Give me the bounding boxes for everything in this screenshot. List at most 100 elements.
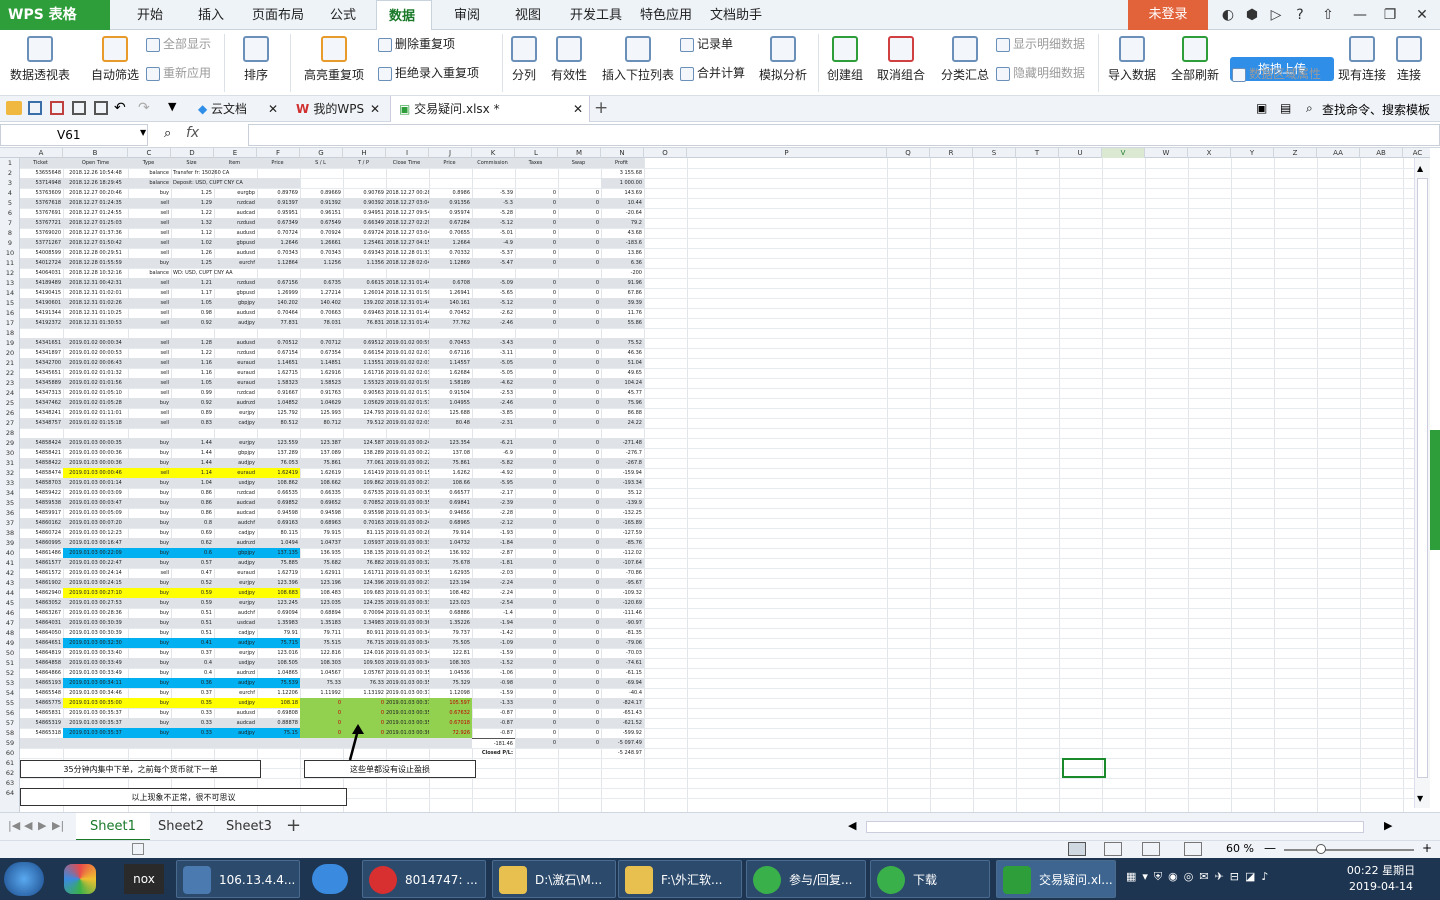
cell[interactable]: 49.65 xyxy=(601,368,644,378)
cell[interactable]: 0.70332 xyxy=(429,248,472,258)
cell[interactable]: gbpusd xyxy=(214,288,257,298)
column-header-r[interactable]: R xyxy=(930,148,973,158)
cell[interactable]: 0 xyxy=(558,508,601,518)
cell[interactable]: sell xyxy=(128,308,171,318)
cell[interactable]: -5.09 xyxy=(472,278,515,288)
row-header[interactable]: 34 xyxy=(0,488,20,498)
cell[interactable]: audchf xyxy=(214,518,257,528)
cell[interactable]: -2.31 xyxy=(472,418,515,428)
cell[interactable]: euraud xyxy=(214,568,257,578)
cell[interactable]: 0 xyxy=(558,698,601,708)
cell[interactable]: sell xyxy=(128,358,171,368)
cell[interactable]: 54342700 xyxy=(20,358,63,368)
cell[interactable]: 1.62935 xyxy=(429,568,472,578)
cell[interactable]: -5.47 xyxy=(472,258,515,268)
cell[interactable]: 0.69841 xyxy=(429,498,472,508)
cell[interactable]: audcad xyxy=(214,718,257,728)
fx-button[interactable]: fx xyxy=(186,125,199,141)
cell[interactable]: 2019.01.03 00:03:09 xyxy=(63,488,128,498)
cell[interactable]: 0 xyxy=(558,498,601,508)
cell[interactable]: 0 xyxy=(515,378,558,388)
cell[interactable]: cadjpy xyxy=(214,528,257,538)
cell[interactable]: -5.82 xyxy=(472,458,515,468)
cell[interactable]: 138.135 xyxy=(343,548,386,558)
cell[interactable]: gbpjpy xyxy=(214,548,257,558)
cell[interactable]: 80.712 xyxy=(300,418,343,428)
cell[interactable]: 1.05937 xyxy=(343,538,386,548)
cell[interactable]: 0.69852 xyxy=(257,498,300,508)
cell[interactable]: 1.35226 xyxy=(429,618,472,628)
cell[interactable]: 0 xyxy=(558,678,601,688)
sheet-tab-3[interactable]: Sheet3 xyxy=(212,813,286,841)
cell[interactable]: 2018.12.31 01:44:46 xyxy=(386,318,429,328)
cell[interactable]: 1.04629 xyxy=(300,398,343,408)
cell[interactable]: 2018.12.31 01:44:50 xyxy=(386,298,429,308)
cell[interactable]: -3.85 xyxy=(472,408,515,418)
cell[interactable]: 24.22 xyxy=(601,418,644,428)
cell[interactable]: 0.70452 xyxy=(429,308,472,318)
cell[interactable]: 2018.12.27 09:54:44 xyxy=(386,208,429,218)
cell[interactable]: -5.39 xyxy=(472,188,515,198)
cell[interactable]: 0 xyxy=(558,538,601,548)
cell[interactable] xyxy=(386,748,429,758)
cell[interactable]: 0.70453 xyxy=(429,338,472,348)
row-header[interactable]: 23 xyxy=(0,378,20,388)
cell[interactable]: 2019.01.03 00:35:26 xyxy=(386,608,429,618)
cell[interactable]: 0 xyxy=(515,388,558,398)
cell[interactable]: 2019.01.03 00:33:53 xyxy=(386,538,429,548)
cell[interactable]: -5.65 xyxy=(472,288,515,298)
cell[interactable]: sell xyxy=(128,418,171,428)
cell[interactable]: 54347462 xyxy=(20,398,63,408)
row-header[interactable]: 46 xyxy=(0,608,20,618)
row-header[interactable]: 10 xyxy=(0,248,20,258)
save-icon[interactable] xyxy=(28,101,42,115)
cell[interactable]: 2019.01.03 00:24:14 xyxy=(63,568,128,578)
row-header[interactable]: 30 xyxy=(0,448,20,458)
cell[interactable]: Closed P/L: xyxy=(472,748,515,758)
cell[interactable]: 125.688 xyxy=(429,408,472,418)
row-header[interactable]: 1 xyxy=(0,158,20,168)
row-header[interactable]: 41 xyxy=(0,558,20,568)
cell[interactable]: audnzd xyxy=(214,538,257,548)
cell[interactable]: 0 xyxy=(558,288,601,298)
cell[interactable]: 2019.01.03 00:35:37 xyxy=(386,708,429,718)
minimize-icon[interactable]: — xyxy=(1344,0,1376,30)
cell[interactable]: 1.16 xyxy=(171,358,214,368)
cell[interactable]: 53767721 xyxy=(20,218,63,228)
cell[interactable]: sell xyxy=(128,468,171,478)
column-header-ac[interactable]: AC xyxy=(1403,148,1430,158)
open-folder-icon[interactable] xyxy=(6,101,22,115)
cell[interactable]: 2019.01.03 00:35:38 xyxy=(386,718,429,728)
cell[interactable] xyxy=(515,748,558,758)
cell[interactable]: 143.69 xyxy=(601,188,644,198)
chevron-down-icon[interactable]: ▼ xyxy=(168,100,176,113)
menu-tab-start[interactable]: 开始 xyxy=(125,0,175,30)
cell[interactable]: 2019.01.03 00:35:10 xyxy=(386,678,429,688)
cell[interactable]: 2019.01.03 00:33:27 xyxy=(386,598,429,608)
cell[interactable]: 0 xyxy=(515,438,558,448)
cell[interactable]: 54864031 xyxy=(20,618,63,628)
cell[interactable]: 1.04732 xyxy=(429,538,472,548)
cell[interactable]: 0 xyxy=(515,448,558,458)
zoom-level[interactable]: 60 % xyxy=(1226,842,1254,855)
cell[interactable]: -193.34 xyxy=(601,478,644,488)
cell[interactable]: 124.016 xyxy=(343,648,386,658)
cell[interactable]: -2.54 xyxy=(472,598,515,608)
cell[interactable]: 54341897 xyxy=(20,348,63,358)
cell[interactable]: 2018.12.28 01:33:16 xyxy=(386,248,429,258)
cell[interactable]: 2019.01.03 00:00:36 xyxy=(63,458,128,468)
cell[interactable]: 0 xyxy=(515,518,558,528)
column-header-s[interactable]: S xyxy=(973,148,1016,158)
cell[interactable]: 67.86 xyxy=(601,288,644,298)
cell[interactable]: 79.91 xyxy=(257,628,300,638)
scroll-thumb[interactable] xyxy=(1417,178,1428,778)
cell[interactable]: -127.59 xyxy=(601,528,644,538)
cell[interactable]: 6.36 xyxy=(601,258,644,268)
cell[interactable]: 2019.01.03 00:34:27 xyxy=(386,648,429,658)
cell[interactable]: 2019.01.02 01:01:56 xyxy=(63,378,128,388)
cell[interactable]: 1.04852 xyxy=(257,398,300,408)
cell[interactable]: 0 xyxy=(515,218,558,228)
cell[interactable]: -1.09 xyxy=(472,638,515,648)
cell[interactable]: 54192372 xyxy=(20,318,63,328)
cell[interactable]: -3.43 xyxy=(472,338,515,348)
